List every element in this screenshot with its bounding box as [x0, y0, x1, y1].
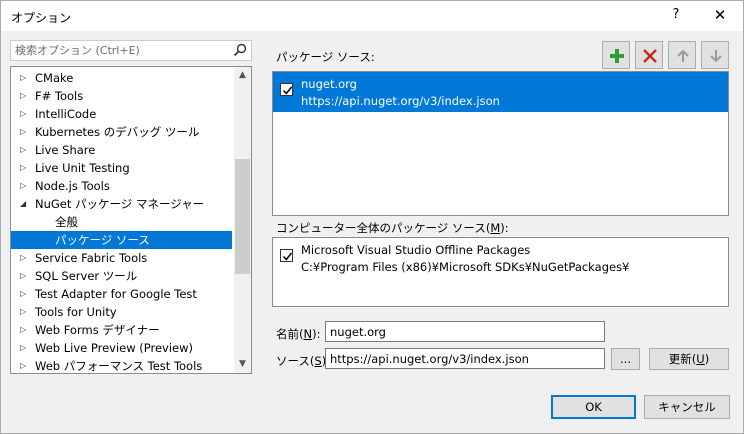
tree-item[interactable]: ▷ CMake	[11, 69, 232, 87]
cancel-button[interactable]: キャンセル	[644, 395, 730, 419]
collapsed-arrow-icon[interactable]: ▷	[20, 159, 26, 177]
tree-item-label: Service Fabric Tools	[35, 251, 148, 265]
tree-item-label: SQL Server ツール	[35, 269, 138, 283]
remove-source-button[interactable]	[635, 41, 663, 69]
window-title: オプション	[11, 11, 72, 25]
tree-item[interactable]: ▷ F# Tools	[11, 87, 232, 105]
tree-item[interactable]: 全般	[11, 213, 232, 231]
expanded-arrow-icon[interactable]: ◢	[20, 195, 26, 213]
add-source-button[interactable]	[602, 41, 630, 69]
collapsed-arrow-icon[interactable]: ▷	[20, 249, 26, 267]
machine-source-item[interactable]: Microsoft Visual Studio Offline Packages…	[273, 238, 728, 278]
tree-item[interactable]: ▷ Service Fabric Tools	[11, 249, 232, 267]
tree-item-label: NuGet パッケージ マネージャー	[35, 197, 205, 211]
collapsed-arrow-icon[interactable]: ▷	[20, 321, 26, 339]
source-item-nuget-org[interactable]: nuget.org https://api.nuget.org/v3/index…	[273, 72, 728, 112]
move-down-button[interactable]	[701, 41, 729, 69]
tree-item-label: Node.js Tools	[35, 179, 110, 193]
tree-item[interactable]: パッケージ ソース	[11, 231, 232, 249]
package-sources-list: nuget.org https://api.nuget.org/v3/index…	[272, 71, 729, 216]
arrow-down-icon	[710, 50, 722, 63]
move-up-button[interactable]	[668, 41, 696, 69]
source-url: https://api.nuget.org/v3/index.json	[301, 94, 500, 108]
tree-item-label: Web パフォーマンス Test Tools	[35, 359, 203, 373]
tree-item-label: Web Live Preview (Preview)	[35, 341, 194, 355]
machine-source-checkbox[interactable]	[280, 249, 293, 262]
tree-item[interactable]: ▷ Tools for Unity	[11, 303, 232, 321]
tree-item[interactable]: ▷ Live Share	[11, 141, 232, 159]
tree-item[interactable]: ▷ Web パフォーマンス Test Tools	[11, 357, 232, 373]
x-icon	[643, 49, 657, 63]
collapsed-arrow-icon[interactable]: ▷	[20, 303, 26, 321]
tree-item[interactable]: ▷ Kubernetes のデバッグ ツール	[11, 123, 232, 141]
collapsed-arrow-icon[interactable]: ▷	[20, 285, 26, 303]
tree-item[interactable]: ▷ Web Live Preview (Preview)	[11, 339, 232, 357]
tree-item[interactable]: ▷ Test Adapter for Google Test	[11, 285, 232, 303]
machine-source-path: C:¥Program Files (x86)¥Microsoft SDKs¥Nu…	[301, 260, 630, 274]
collapsed-arrow-icon[interactable]: ▷	[20, 141, 26, 159]
tree-item[interactable]: ▷ Web Forms デザイナー	[11, 321, 232, 339]
collapsed-arrow-icon[interactable]: ▷	[20, 357, 26, 373]
name-label: 名前(N):	[276, 327, 321, 341]
tree-item[interactable]: ▷ Node.js Tools	[11, 177, 232, 195]
search-input[interactable]	[11, 41, 231, 60]
close-button[interactable]: ✕	[709, 6, 731, 24]
search-icon[interactable]	[233, 43, 247, 57]
ok-button[interactable]: OK	[551, 395, 636, 419]
machine-sources-label: コンピューター全体のパッケージ ソース(M):	[276, 221, 509, 235]
scroll-up-icon[interactable]: ▲	[234, 67, 251, 84]
collapsed-arrow-icon[interactable]: ▷	[20, 177, 26, 195]
browse-button[interactable]: ...	[611, 348, 640, 370]
update-button[interactable]: 更新(U)	[649, 348, 729, 370]
collapsed-arrow-icon[interactable]: ▷	[20, 105, 26, 123]
source-field[interactable]	[325, 348, 605, 369]
tree-item-label: Test Adapter for Google Test	[35, 287, 197, 301]
arrow-up-icon	[677, 49, 689, 62]
options-tree: ▷ CMake ▷ F# Tools ▷ IntelliCode ▷ Kubernetes の…	[10, 66, 252, 374]
tree-item-label: CMake	[35, 71, 74, 85]
collapsed-arrow-icon[interactable]: ▷	[20, 267, 26, 285]
source-label: ソース(S):	[276, 354, 330, 368]
collapsed-arrow-icon[interactable]: ▷	[20, 339, 26, 357]
tree-item-label: Live Share	[35, 143, 96, 157]
checkmark-icon	[282, 86, 293, 95]
tree-item-label: Kubernetes のデバッグ ツール	[35, 125, 200, 139]
tree-item-label: Live Unit Testing	[35, 161, 130, 175]
collapsed-arrow-icon[interactable]: ▷	[20, 87, 26, 105]
tree-item-label: Tools for Unity	[35, 305, 117, 319]
scroll-thumb[interactable]	[235, 159, 250, 274]
options-dialog: オプション ? ✕ ▷ CMake ▷ F# Tools ▷ IntelliCode ▷ Ku…	[0, 0, 744, 434]
tree-item-label: IntelliCode	[35, 107, 97, 121]
tree-item-label: 全般	[55, 215, 78, 229]
tree-item[interactable]: ▷ SQL Server ツール	[11, 267, 232, 285]
scroll-down-icon[interactable]: ▼	[234, 356, 251, 373]
tree-scrollbar[interactable]: ▲ ▼	[234, 67, 251, 373]
checkmark-icon	[282, 252, 293, 261]
search-box	[10, 40, 252, 61]
package-sources-label: パッケージ ソース:	[276, 50, 375, 64]
tree-item[interactable]: ▷ Live Unit Testing	[11, 159, 232, 177]
tree-item-label: パッケージ ソース	[55, 233, 150, 247]
title-bar: オプション ? ✕	[1, 1, 743, 31]
tree-item[interactable]: ◢ NuGet パッケージ マネージャー	[11, 195, 232, 213]
source-enabled-checkbox[interactable]	[280, 83, 293, 96]
source-name: nuget.org	[301, 77, 357, 91]
plus-icon	[610, 49, 624, 63]
collapsed-arrow-icon[interactable]: ▷	[20, 123, 26, 141]
machine-source-name: Microsoft Visual Studio Offline Packages	[301, 243, 531, 257]
tree-item[interactable]: ▷ IntelliCode	[11, 105, 232, 123]
collapsed-arrow-icon[interactable]: ▷	[20, 69, 26, 87]
name-field[interactable]	[325, 321, 605, 342]
help-button[interactable]: ?	[665, 7, 687, 22]
machine-sources-list: Microsoft Visual Studio Offline Packages…	[272, 237, 729, 307]
tree-item-label: F# Tools	[35, 89, 84, 103]
tree-item-label: Web Forms デザイナー	[35, 323, 160, 337]
